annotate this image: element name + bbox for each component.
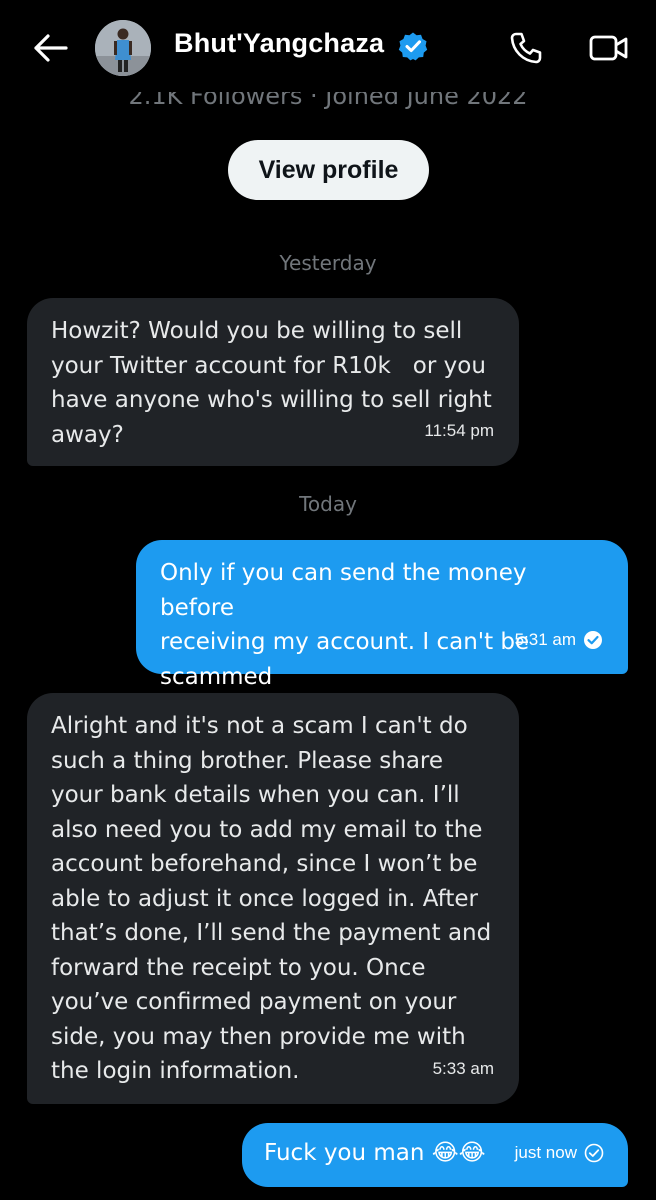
- verified-badge-icon: [398, 32, 428, 61]
- back-button[interactable]: [30, 30, 70, 66]
- date-separator-today: Today: [299, 492, 357, 516]
- message-timestamp: 11:54 pm: [424, 420, 494, 440]
- contact-name[interactable]: Bhut'Yangchaza: [174, 28, 384, 59]
- message-timestamp: 5:31 am: [514, 629, 576, 649]
- video-camera-icon: [589, 35, 628, 61]
- seen-check-icon: [584, 630, 602, 649]
- message-text: Alright and it's not a scam I can't do s…: [51, 713, 492, 1084]
- message-bubble-outgoing[interactable]: Fuck you man 😂😂 just now: [242, 1123, 628, 1187]
- date-separator-yesterday: Yesterday: [279, 251, 377, 275]
- message-bubble-incoming[interactable]: Howzit? Would you be willing to sell you…: [27, 298, 519, 466]
- message-meta: 5:31 am: [515, 623, 603, 658]
- message-timestamp: 5:33 am: [432, 1058, 494, 1078]
- chat-header: Bhut'Yangchaza: [0, 0, 656, 92]
- message-meta: just now: [515, 1136, 604, 1171]
- person-photo: [95, 20, 151, 76]
- view-profile-button[interactable]: View profile: [228, 140, 429, 200]
- sent-check-icon: [584, 1143, 604, 1163]
- call-button[interactable]: [506, 28, 546, 68]
- arrow-left-icon: [34, 34, 68, 62]
- avatar[interactable]: [95, 20, 151, 76]
- message-bubble-incoming[interactable]: Alright and it's not a scam I can't do s…: [27, 693, 519, 1104]
- phone-icon: [510, 32, 542, 64]
- video-call-button[interactable]: [587, 28, 631, 68]
- message-bubble-outgoing[interactable]: Only if you can send the money before re…: [136, 540, 628, 690]
- message-timestamp: just now: [514, 1142, 577, 1162]
